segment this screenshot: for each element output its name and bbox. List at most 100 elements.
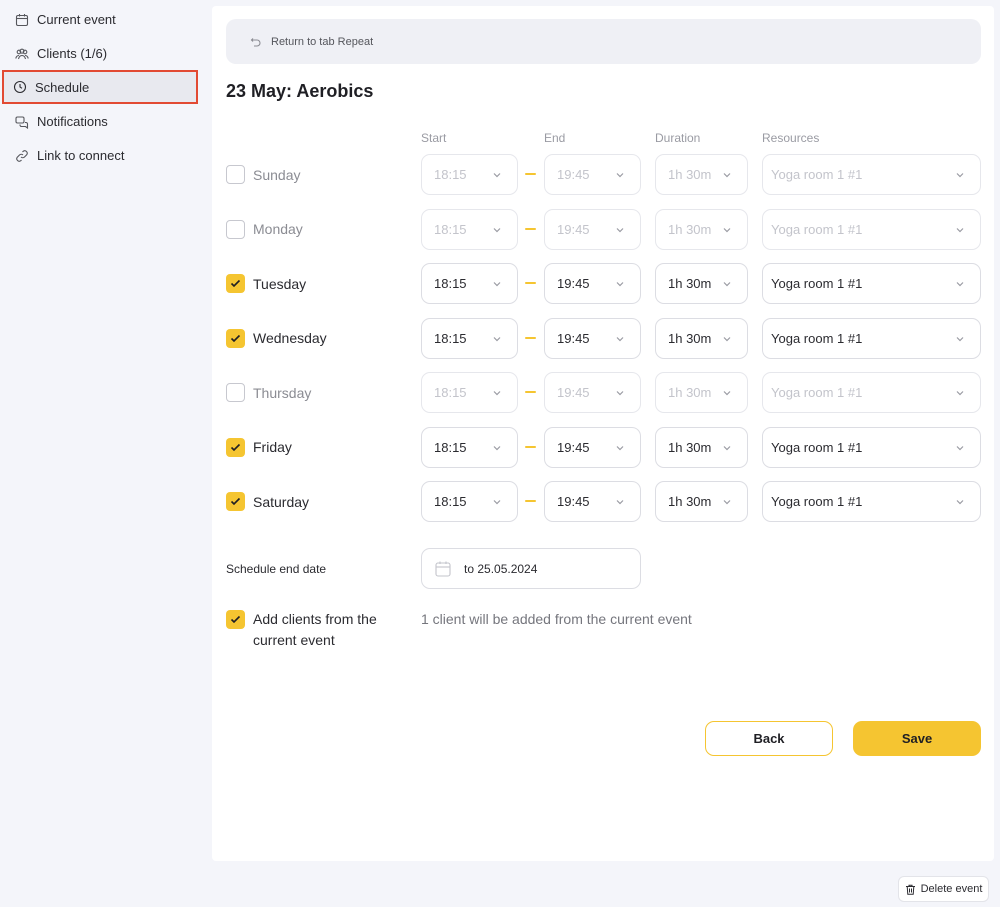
time-range-dash	[525, 282, 536, 284]
day-row-sunday: Sunday 18:15 19:45 1h 30m Yoga room 1 #1	[212, 154, 994, 195]
day-label: Friday	[253, 439, 292, 455]
link-icon	[15, 149, 29, 163]
chevron-down-icon	[614, 496, 626, 508]
day-checkbox[interactable]: Monday	[226, 209, 303, 250]
end-time-select[interactable]: 19:45	[544, 208, 641, 250]
start-time-select[interactable]: 18:15	[421, 263, 518, 304]
duration-select[interactable]: 1h 30m	[655, 426, 748, 468]
day-checkbox[interactable]: Friday	[226, 427, 292, 468]
chevron-down-icon	[721, 333, 733, 345]
column-header-resources: Resources	[762, 131, 820, 145]
schedule-end-date-label: Schedule end date	[226, 562, 327, 576]
save-button[interactable]: Save	[853, 721, 981, 756]
resource-select[interactable]: Yoga room 1 #1	[762, 208, 981, 250]
resource-value: Yoga room 1 #1	[771, 494, 863, 509]
end-time-select[interactable]: 19:45	[544, 426, 641, 468]
delete-label: Delete event	[920, 883, 983, 895]
resource-value: Yoga room 1 #1	[771, 439, 863, 455]
return-to-repeat-link[interactable]: Return to tab Repeat	[226, 19, 981, 64]
checkbox	[226, 274, 245, 293]
day-label: Monday	[253, 221, 303, 237]
column-header-duration: Duration	[655, 131, 701, 145]
chevron-down-icon	[614, 442, 626, 454]
duration-select[interactable]: 1h 30m	[655, 208, 748, 250]
checkbox	[226, 383, 245, 402]
end-time-value: 19:45	[557, 221, 590, 237]
duration-value: 1h 30m	[668, 276, 712, 291]
duration-select[interactable]: 1h 30m	[655, 154, 748, 195]
resource-select[interactable]: Yoga room 1 #1	[762, 481, 981, 522]
sidebar-item-notifications[interactable]: Notifications	[4, 105, 196, 138]
start-time-value: 18:15	[434, 439, 467, 455]
day-checkbox[interactable]: Saturday	[226, 481, 309, 522]
day-checkbox[interactable]: Thursday	[226, 372, 311, 413]
checkbox	[226, 437, 245, 457]
end-time-select[interactable]: 19:45	[544, 317, 641, 359]
start-time-select[interactable]: 18:15	[421, 208, 518, 250]
duration-value: 1h 30m	[668, 330, 712, 346]
end-time-value: 19:45	[557, 439, 590, 455]
end-time-select[interactable]: 19:45	[544, 154, 641, 195]
chat-icon	[15, 115, 29, 129]
start-time-value: 18:15	[434, 276, 467, 291]
day-label: Saturday	[253, 493, 310, 510]
time-range-dash	[525, 391, 536, 393]
resource-select[interactable]: Yoga room 1 #1	[762, 317, 981, 359]
sidebar-item-link-to-connect[interactable]: Link to connect	[4, 139, 196, 172]
end-time-select[interactable]: 19:45	[544, 263, 641, 304]
back-button[interactable]: Back	[705, 721, 833, 756]
day-label: Wednesday	[253, 330, 327, 346]
sidebar-item-clients[interactable]: Clients (1/6)	[4, 37, 196, 70]
duration-value: 1h 30m	[668, 385, 712, 400]
start-time-value: 18:15	[434, 385, 467, 400]
duration-value: 1h 30m	[668, 494, 712, 509]
resource-select[interactable]: Yoga room 1 #1	[762, 263, 981, 304]
chevron-down-icon	[954, 496, 966, 508]
time-range-dash	[525, 445, 536, 448]
day-checkbox[interactable]: Sunday	[226, 154, 300, 195]
undo-icon	[250, 36, 262, 48]
trash-icon	[905, 884, 916, 895]
end-time-select[interactable]: 19:45	[544, 481, 641, 522]
start-time-select[interactable]: 18:15	[421, 154, 518, 195]
chevron-down-icon	[954, 278, 966, 290]
day-checkbox[interactable]: Wednesday	[226, 318, 327, 359]
resource-value: Yoga room 1 #1	[771, 167, 863, 182]
resource-select[interactable]: Yoga room 1 #1	[762, 154, 981, 195]
clock-icon	[13, 80, 27, 94]
sidebar-item-current-event[interactable]: Current event	[4, 3, 196, 36]
start-time-value: 18:15	[434, 330, 467, 346]
start-time-select[interactable]: 18:15	[421, 481, 518, 522]
chevron-down-icon	[954, 387, 966, 399]
end-time-value: 19:45	[557, 330, 590, 346]
time-range-dash	[525, 227, 536, 230]
sidebar-item-schedule[interactable]: Schedule	[2, 70, 198, 104]
day-checkbox[interactable]: Tuesday	[226, 263, 306, 304]
sidebar-item-label: Notifications	[37, 114, 108, 129]
duration-value: 1h 30m	[668, 221, 712, 237]
sidebar-item-label: Schedule	[35, 79, 90, 95]
chevron-down-icon	[614, 387, 626, 399]
duration-select[interactable]: 1h 30m	[655, 263, 748, 304]
chevron-down-icon	[491, 278, 503, 290]
schedule-end-date-field[interactable]: to 25.05.2024	[421, 548, 641, 589]
start-time-select[interactable]: 18:15	[421, 372, 518, 413]
sidebar-item-label: Current event	[37, 12, 116, 27]
add-clients-checkbox[interactable]: Add clients from the current event	[226, 609, 403, 651]
return-label: Return to tab Repeat	[271, 35, 374, 48]
add-clients-label: Add clients from the current event	[253, 611, 377, 648]
end-time-select[interactable]: 19:45	[544, 372, 641, 413]
start-time-select[interactable]: 18:15	[421, 317, 518, 359]
resource-select[interactable]: Yoga room 1 #1	[762, 426, 981, 468]
chevron-down-icon	[491, 224, 503, 236]
end-time-value: 19:45	[557, 494, 590, 509]
schedule-panel: Return to tab Repeat 23 May: Aerobics St…	[212, 6, 994, 861]
duration-select[interactable]: 1h 30m	[655, 317, 748, 359]
start-time-select[interactable]: 18:15	[421, 426, 518, 468]
day-row-tuesday: Tuesday 18:15 19:45 1h 30m Yoga room 1 #1	[212, 263, 994, 304]
delete-event-button[interactable]: Delete event	[898, 876, 989, 902]
duration-select[interactable]: 1h 30m	[655, 372, 748, 413]
resource-select[interactable]: Yoga room 1 #1	[762, 372, 981, 413]
day-row-friday: Friday 18:15 19:45 1h 30m Yoga room 1 #1	[212, 426, 994, 468]
duration-select[interactable]: 1h 30m	[655, 481, 748, 522]
